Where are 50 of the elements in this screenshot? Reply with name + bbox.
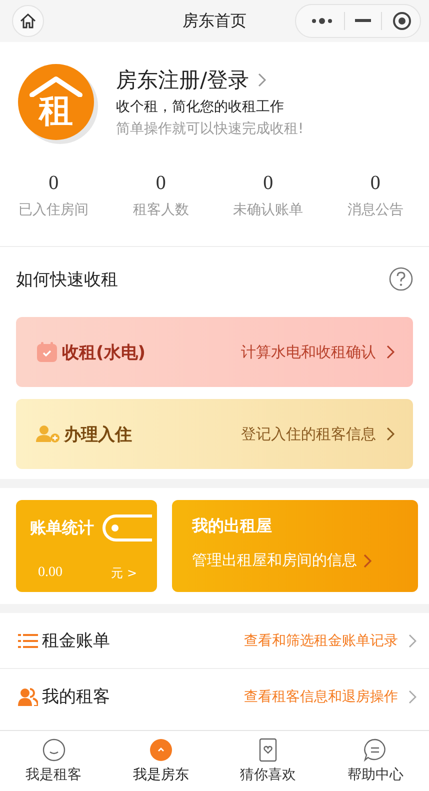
stat-value: 0 bbox=[370, 172, 380, 195]
tab-item[interactable]: 猜你喜欢 bbox=[214, 731, 322, 791]
card-title: 办理入住 bbox=[64, 424, 133, 446]
chat-icon bbox=[363, 738, 388, 762]
card-title: 收租(水电) bbox=[62, 342, 147, 364]
menu-label: 我的租客 bbox=[42, 686, 111, 708]
card-title: 账单统计 bbox=[30, 518, 94, 538]
page-title: 房东首页 bbox=[182, 10, 246, 32]
menu-description: 查看租客信息和退房操作 bbox=[244, 688, 398, 706]
menu-item[interactable]: 租金账单 查看和筛选租金账单记录 bbox=[0, 613, 429, 668]
section-title: 如何快速收租 bbox=[16, 268, 118, 290]
users-icon bbox=[18, 688, 38, 706]
toggle-icon bbox=[102, 514, 152, 542]
more-icon[interactable] bbox=[310, 17, 334, 25]
hint-text: 简单操作就可以快速完成收租! bbox=[116, 120, 304, 138]
close-icon[interactable] bbox=[392, 11, 412, 31]
menu-item[interactable]: 我的租客 查看租客信息和退房操作 bbox=[0, 668, 429, 724]
card-title: 我的出租屋 bbox=[192, 516, 273, 537]
tab-item[interactable]: 我是租客 bbox=[0, 731, 108, 791]
chevron-icon bbox=[386, 345, 395, 359]
card-description: 计算水电和收租确认 bbox=[241, 342, 376, 362]
card-description: 登记入住的租客信息 bbox=[241, 424, 376, 444]
menu-label: 租金账单 bbox=[42, 630, 111, 652]
app-logo: 租 bbox=[18, 64, 94, 140]
chevron-icon bbox=[386, 427, 395, 441]
chevron-icon bbox=[408, 634, 417, 648]
slogan: 收个租，简化您的收租工作 bbox=[116, 98, 285, 116]
stat-value: 0 bbox=[48, 172, 59, 195]
chevron-icon bbox=[408, 690, 417, 704]
card-description: 管理出租屋和房间的信息 bbox=[192, 551, 357, 570]
action-card[interactable]: 收租(水电) 计算水电和收租确认 bbox=[16, 317, 413, 387]
home-button[interactable] bbox=[12, 5, 44, 37]
up-icon bbox=[148, 738, 173, 762]
amount-value: 0.00 bbox=[38, 565, 62, 582]
minimize-icon[interactable] bbox=[355, 19, 371, 23]
stat-value: 0 bbox=[156, 172, 166, 195]
chevron-icon bbox=[257, 73, 268, 87]
action-card[interactable]: 办理入住 登记入住的租客信息 bbox=[16, 399, 413, 469]
home-icon bbox=[19, 12, 37, 30]
menu-description: 查看和筛选租金账单记录 bbox=[244, 632, 398, 650]
add-user-icon bbox=[36, 424, 60, 444]
smile-icon bbox=[42, 738, 66, 762]
stat-value: 0 bbox=[263, 172, 274, 195]
help-icon[interactable] bbox=[389, 267, 413, 291]
tab-item[interactable]: 我是房东 bbox=[107, 731, 214, 791]
tab-item[interactable]: 帮助中心 bbox=[322, 731, 429, 791]
calendar-icon bbox=[36, 341, 58, 363]
login-link[interactable]: 房东注册/登录 bbox=[116, 66, 250, 94]
list-icon bbox=[18, 632, 38, 648]
chevron-icon bbox=[363, 554, 372, 568]
